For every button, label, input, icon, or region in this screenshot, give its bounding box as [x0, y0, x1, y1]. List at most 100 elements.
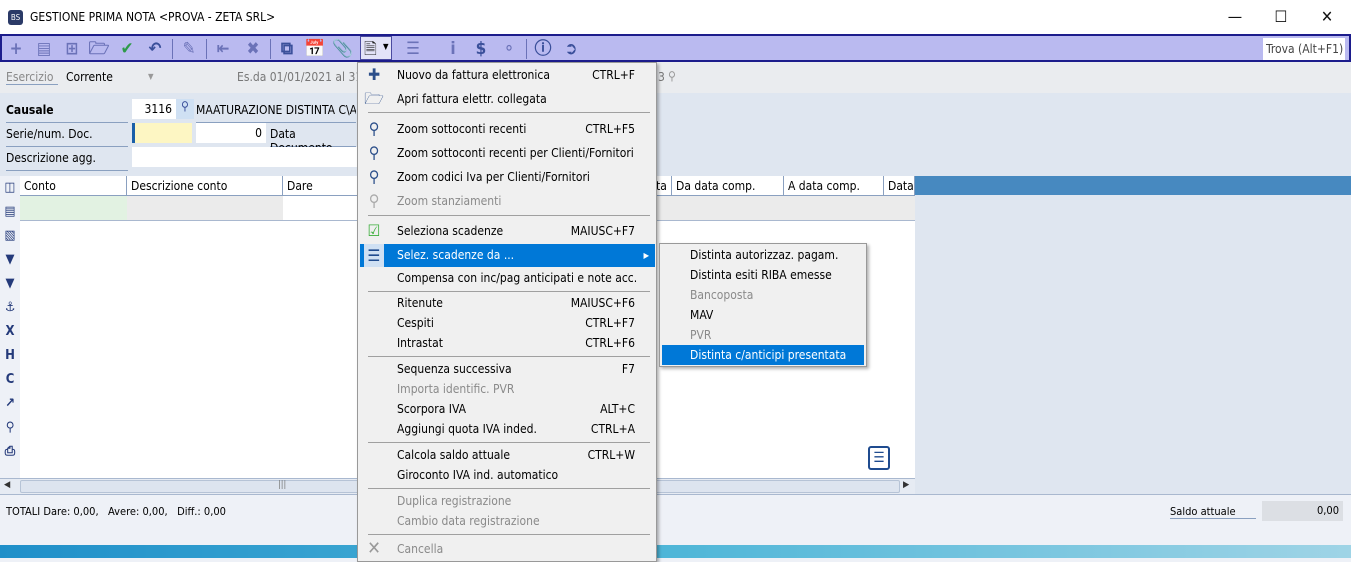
- totals-bar: TOTALI Dare: 0,00, Avere: 0,00, Diff.: 0…: [0, 494, 1351, 545]
- dollar-icon[interactable]: $: [470, 38, 492, 60]
- toolbar-separator: [270, 39, 271, 59]
- share-icon[interactable]: ⚬: [498, 38, 520, 60]
- descrizione-label: Descrizione agg.: [6, 151, 128, 171]
- preview-icon[interactable]: ⚲: [2, 420, 18, 436]
- columns-icon[interactable]: ◫: [2, 180, 18, 196]
- menu-separator: [368, 291, 650, 292]
- grid-cell-descrizione[interactable]: [127, 196, 283, 221]
- menu-item-nuovo-fattura[interactable]: ✚ Nuovo da fattura elettronica CTRL+F: [360, 65, 655, 85]
- menu-item-ritenute[interactable]: Ritenute MAIUSC+F6: [360, 293, 655, 313]
- grid-cell-conto[interactable]: [20, 196, 127, 221]
- menu-item-intrastat[interactable]: Intrastat CTRL+F6: [360, 333, 655, 353]
- exit-icon[interactable]: ➲: [560, 38, 582, 60]
- new-list-icon[interactable]: ▤: [33, 38, 55, 60]
- submenu-item-distinta-autorizzaz[interactable]: Distinta autorizzaz. pagam.: [662, 245, 864, 265]
- magnifier-icon: ⚲: [368, 167, 380, 186]
- revert-icon[interactable]: ⇤: [212, 38, 234, 60]
- document-menu-button[interactable]: 🗎 ▼: [360, 36, 392, 60]
- magnifier-icon: ⚲: [368, 143, 380, 162]
- export-x-icon[interactable]: X: [2, 324, 18, 340]
- menu-item-seleziona-scadenze[interactable]: ☑ Seleziona scadenze MAIUSC+F7: [360, 221, 655, 241]
- submenu-item-bancoposta[interactable]: Bancoposta: [662, 285, 864, 305]
- export-c-icon[interactable]: C: [2, 372, 18, 388]
- submenu-arrow-icon: ▶: [643, 251, 649, 260]
- column-header-data[interactable]: Data: [884, 176, 915, 196]
- submenu-item-distinta-esiti-riba[interactable]: Distinta esiti RIBA emesse: [662, 265, 864, 285]
- help-icon[interactable]: ⓘ: [532, 38, 554, 60]
- menu-item-compensa[interactable]: Compensa con inc/pag anticipati e note a…: [360, 268, 655, 288]
- menu-item-aggiungi-quota-iva[interactable]: Aggiungi quota IVA inded. CTRL+A: [360, 419, 655, 439]
- menu-lines-icon[interactable]: ☰: [398, 38, 428, 60]
- export-h-icon[interactable]: H: [2, 348, 18, 364]
- info-icon[interactable]: i: [442, 38, 464, 60]
- grid-cell-dates[interactable]: [656, 196, 915, 221]
- details-icon[interactable]: ☰: [868, 446, 890, 470]
- menu-item-cancella[interactable]: ✕ Cancella: [360, 539, 655, 559]
- filter-clear-icon[interactable]: ▼: [2, 276, 18, 292]
- paperclip-icon[interactable]: 📎: [332, 38, 354, 60]
- filter-icon[interactable]: ▼: [2, 252, 18, 268]
- calendar-search-icon[interactable]: 📅: [304, 38, 326, 60]
- copy-icon[interactable]: ⧉: [276, 38, 298, 60]
- menu-item-zoom-sottoconti-clienti[interactable]: ⚲ Zoom sottoconti recenti per Clienti/For…: [360, 143, 655, 163]
- right-panel: [915, 195, 1351, 495]
- esercizio-select[interactable]: Corrente ▼: [66, 70, 160, 84]
- undo-icon[interactable]: ↶: [144, 38, 166, 60]
- numero-input[interactable]: 0: [196, 123, 266, 143]
- search-icon[interactable]: ⚲: [668, 69, 676, 83]
- causale-search-icon[interactable]: ⚲: [176, 99, 194, 119]
- menu-item-selez-scadenze-da[interactable]: ☰ Selez. scadenze da ... ▶: [360, 244, 655, 267]
- column-header-da-data-comp[interactable]: Da data comp.: [672, 176, 784, 196]
- check-icon[interactable]: ✔: [116, 38, 138, 60]
- magnifier-icon: ⚲: [368, 119, 380, 138]
- submenu-item-mav[interactable]: MAV: [662, 305, 864, 325]
- chevron-down-icon: ▼: [148, 72, 154, 81]
- menu-item-cambio-data[interactable]: Cambio data registrazione: [360, 511, 655, 531]
- menu-item-scorpora-iva[interactable]: Scorpora IVA ALT+C: [360, 399, 655, 419]
- column-header-partial[interactable]: ta: [656, 176, 672, 196]
- menu-item-calcola-saldo[interactable]: Calcola saldo attuale CTRL+W: [360, 445, 655, 465]
- menu-item-sequenza-successiva[interactable]: Sequenza successiva F7: [360, 359, 655, 379]
- menu-item-zoom-stanziamenti[interactable]: ⚲ Zoom stanziamenti: [360, 191, 655, 211]
- submenu-item-pvr[interactable]: PVR: [662, 325, 864, 345]
- column-header-dare[interactable]: Dare: [283, 176, 358, 196]
- menu-item-cespiti[interactable]: Cespiti CTRL+F7: [360, 313, 655, 333]
- add-icon[interactable]: +: [5, 38, 27, 60]
- search-input[interactable]: Trova (Alt+F1): [1263, 38, 1345, 60]
- serie-input[interactable]: [132, 123, 192, 143]
- print-icon[interactable]: ⎙: [2, 444, 18, 460]
- scroll-left-icon[interactable]: ◀: [4, 480, 10, 490]
- column-header-conto[interactable]: Conto: [20, 176, 127, 196]
- maximize-button[interactable]: ☐: [1258, 4, 1304, 30]
- menu-item-giroconto-iva[interactable]: Giroconto IVA ind. automatico: [360, 465, 655, 485]
- magnifier-icon: ⚲: [368, 191, 380, 210]
- column-header-descrizione[interactable]: Descrizione conto: [127, 176, 283, 196]
- close-button[interactable]: ✕: [1304, 4, 1350, 30]
- esercizio-label: Esercizio: [6, 70, 58, 85]
- menu-item-apri-fattura[interactable]: 🗁 Apri fattura elettr. collegata: [360, 89, 655, 109]
- menu-separator: [368, 215, 650, 216]
- folder-icon[interactable]: 🗁: [88, 38, 110, 60]
- folder-icon: 🗁: [364, 89, 384, 108]
- column-header-a-data-comp[interactable]: A data comp.: [784, 176, 884, 196]
- scroll-right-icon[interactable]: ▶: [903, 480, 909, 490]
- table-icon[interactable]: ▧: [2, 228, 18, 244]
- pencil-icon[interactable]: ✎: [178, 38, 200, 60]
- menu-item-importa-pvr[interactable]: Importa identific. PVR: [360, 379, 655, 399]
- add-box-icon[interactable]: ⊞: [61, 38, 83, 60]
- menu-item-duplica[interactable]: Duplica registrazione: [360, 491, 655, 511]
- anchor-icon[interactable]: ⚓: [2, 300, 18, 316]
- descrizione-input[interactable]: [132, 147, 357, 167]
- causale-code-input[interactable]: 3116: [132, 99, 176, 119]
- menu-item-zoom-codici-iva[interactable]: ⚲ Zoom codici Iva per Clienti/Fornitori: [360, 167, 655, 187]
- submenu-item-distinta-anticipi[interactable]: Distinta c/anticipi presentata: [662, 345, 864, 365]
- list-icon[interactable]: ▤: [2, 204, 18, 220]
- filter-bar: Esercizio Corrente ▼ Es.da 01/01/2021 al …: [0, 62, 1351, 93]
- minimize-button[interactable]: —: [1212, 4, 1258, 30]
- grid-cell-dare[interactable]: [283, 196, 358, 221]
- saldo-value: 0,00: [1262, 501, 1343, 521]
- chart-icon[interactable]: ↗: [2, 396, 18, 412]
- form-area: Causale 3116 ⚲ MAATURAZIONE DISTINTA C\A…: [0, 93, 1351, 176]
- delete-x-icon[interactable]: ✖: [242, 38, 264, 60]
- menu-item-zoom-sottoconti[interactable]: ⚲ Zoom sottoconti recenti CTRL+F5: [360, 119, 655, 139]
